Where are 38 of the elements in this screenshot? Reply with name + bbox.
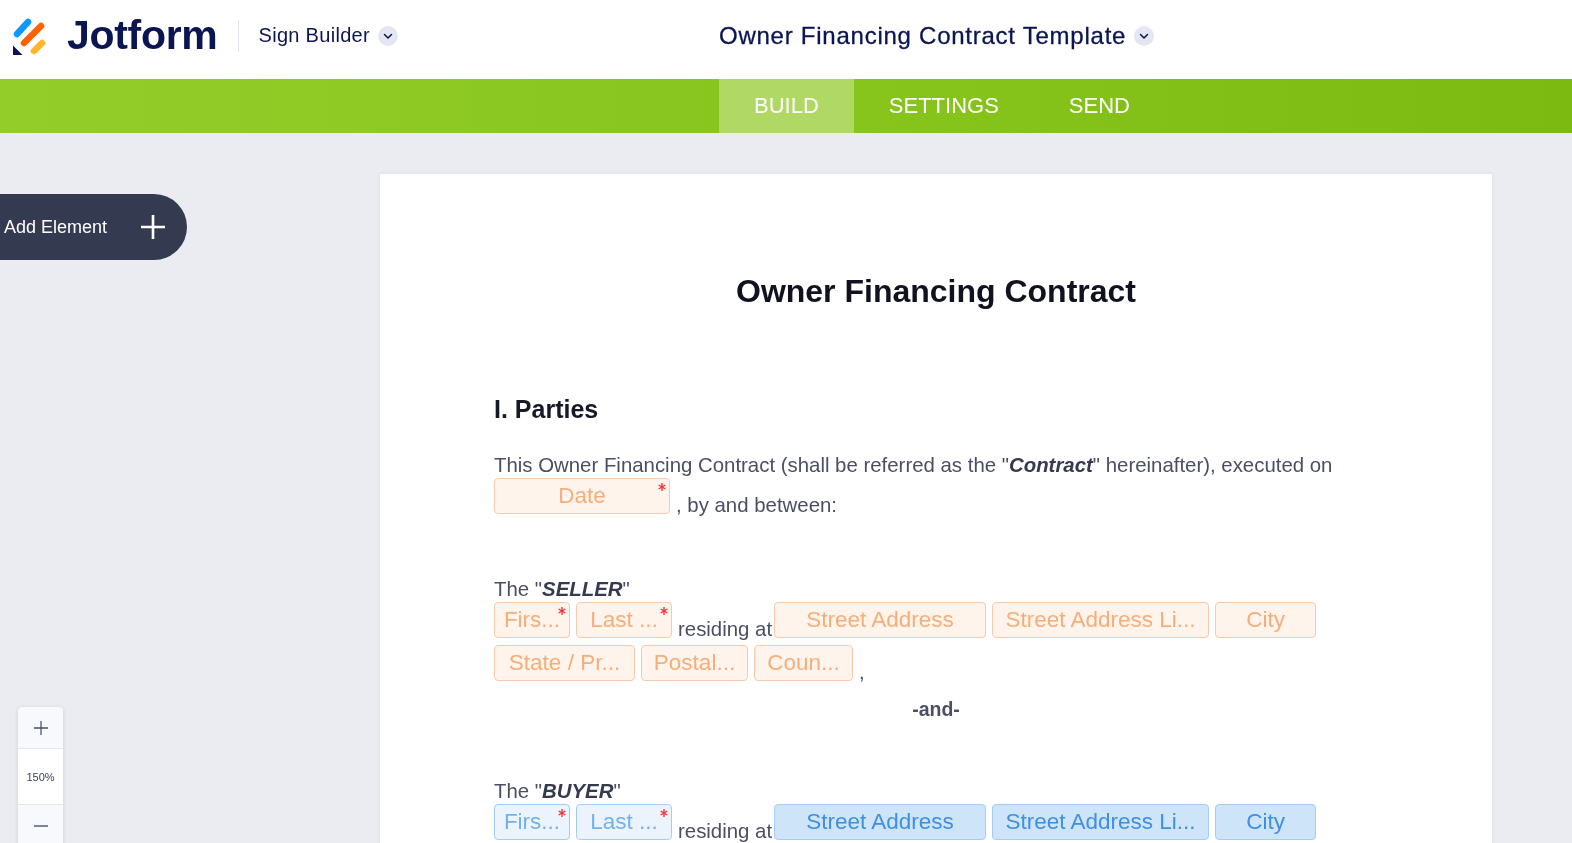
party-label: The "SELLER" xyxy=(494,583,631,595)
contract-text: , by and between: xyxy=(676,494,837,516)
contract-text: , xyxy=(859,661,865,683)
logo-icon xyxy=(13,16,48,55)
form-field[interactable]: Last ... xyxy=(576,602,672,638)
nav-tab[interactable]: SEND xyxy=(1033,79,1165,133)
form-field[interactable]: Street Address Li... xyxy=(992,602,1210,638)
plus-icon xyxy=(33,720,48,735)
contract-text: residing at xyxy=(678,820,773,842)
form-field[interactable]: City xyxy=(1215,602,1317,638)
form-field[interactable]: Firs... xyxy=(494,602,570,638)
party-label: The "BUYER" xyxy=(494,785,622,797)
form-field[interactable]: Street Address xyxy=(774,804,987,840)
form-field[interactable]: Last ... xyxy=(576,804,672,840)
form-field[interactable]: Coun... xyxy=(754,645,853,681)
document-heading: Owner Financing Contract xyxy=(735,272,1137,310)
zoom-level: 150% xyxy=(18,748,63,805)
form-field[interactable]: City xyxy=(1215,804,1317,840)
brand-wordmark: Jotform xyxy=(67,12,218,59)
form-field[interactable]: Date xyxy=(494,478,670,514)
minus-icon xyxy=(33,824,48,827)
document-title[interactable]: Owner Financing Contract Template xyxy=(719,21,1127,50)
contract-text: This Owner Financing Contract (shall be referred as the "Contract" hereinafter), executed on xyxy=(494,454,1333,476)
contract-text: residing at xyxy=(678,618,773,640)
nav-tab[interactable]: BUILD xyxy=(719,79,854,133)
section-heading: I. Parties xyxy=(494,395,600,424)
form-field[interactable]: Firs... xyxy=(494,804,570,840)
form-field[interactable]: State / Pr... xyxy=(494,645,635,681)
form-field[interactable]: Street Address xyxy=(774,602,987,638)
plus-icon xyxy=(141,215,165,239)
chevron-down-icon[interactable] xyxy=(1134,25,1155,46)
separator-text: -and- xyxy=(911,697,961,721)
product-menu-button[interactable]: Sign Builder xyxy=(258,24,370,47)
add-element-button[interactable]: Add Element xyxy=(0,194,187,260)
nav-tab[interactable]: SETTINGS xyxy=(853,79,1034,133)
chevron-down-icon[interactable] xyxy=(377,25,398,46)
form-field[interactable]: Postal... xyxy=(641,645,748,681)
form-field[interactable]: Street Address Li... xyxy=(992,804,1210,840)
